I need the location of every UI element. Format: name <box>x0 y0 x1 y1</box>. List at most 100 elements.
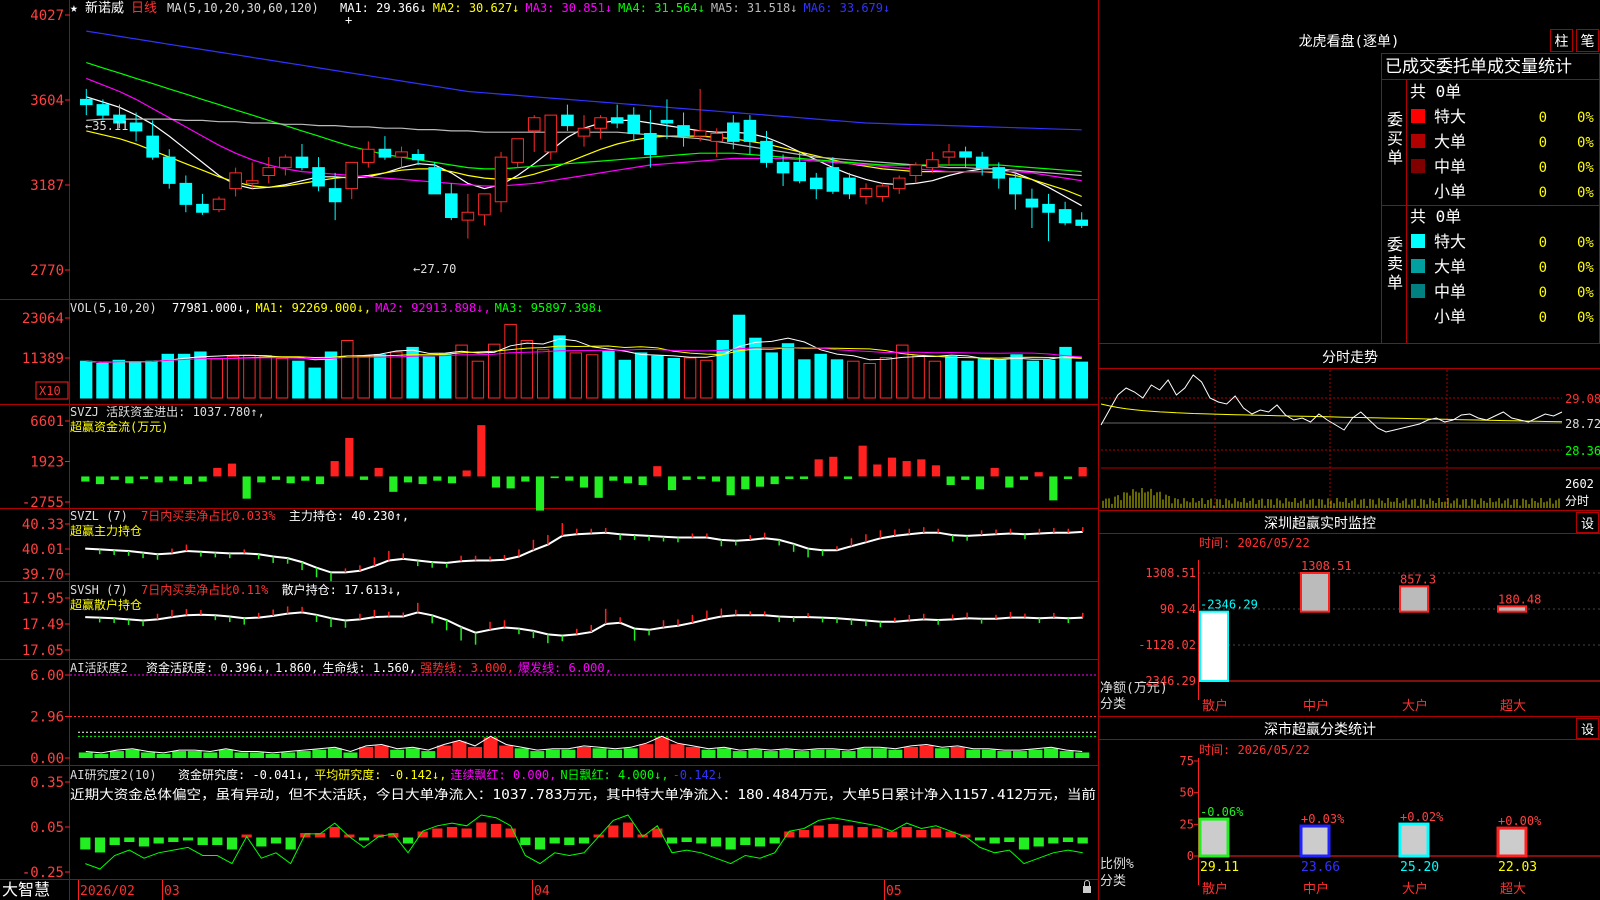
pillar-toggle-label: 柱 <box>1555 34 1569 50</box>
candle-body[interactable] <box>959 151 972 158</box>
candle-body[interactable] <box>710 133 724 142</box>
y-tick-label: 17.49 <box>22 617 64 633</box>
svzj-bar <box>81 476 90 482</box>
period-label[interactable]: 日线 <box>131 1 157 16</box>
candle-body[interactable] <box>660 119 674 124</box>
sz-monitor-value: -2346.29 <box>1200 598 1258 612</box>
sz-monitor-time: 时间: 2026/05/22 <box>1199 536 1310 550</box>
candle-body[interactable] <box>1058 209 1072 224</box>
legend-value-5: MA6: 33.679↓ <box>804 1 891 15</box>
ai-active-bar <box>530 751 545 758</box>
sz-monitor-bar <box>1497 605 1527 613</box>
candle-body[interactable] <box>561 114 574 127</box>
svzj-bar <box>301 476 310 481</box>
candle-body[interactable] <box>511 138 524 163</box>
candle-body[interactable] <box>975 156 989 169</box>
candle-body[interactable] <box>129 122 143 132</box>
sz-monitor-title: 深圳超赢实时监控 <box>1264 515 1376 532</box>
order-color-swatch <box>1411 109 1425 123</box>
candle-body[interactable] <box>942 151 956 158</box>
volume-bar <box>243 354 256 399</box>
candle-body[interactable] <box>328 188 342 203</box>
candle-body[interactable] <box>428 167 441 195</box>
candle-body[interactable] <box>345 161 359 190</box>
svzl-legend: SVZL (7) 7日内买卖净占比0.033% 主力持仓: 40.230↑, <box>70 508 409 523</box>
volume-bar <box>683 357 697 399</box>
volume-bar <box>814 353 827 399</box>
candle-body[interactable] <box>577 127 591 137</box>
candle-body[interactable] <box>146 135 159 158</box>
candle-body[interactable] <box>644 133 657 155</box>
candle-body[interactable] <box>1009 177 1022 195</box>
candle-body[interactable] <box>1042 203 1055 213</box>
candle-body[interactable] <box>279 156 292 169</box>
legend-value-3: MA3: 95897.398↓ <box>495 301 603 315</box>
candle-body[interactable] <box>494 156 508 203</box>
candle-body[interactable] <box>229 172 242 190</box>
candle-body[interactable] <box>992 167 1006 179</box>
volume-bar <box>700 359 713 399</box>
legend-value-2: MA2: 92913.898↓, <box>375 301 491 315</box>
ai-active-bar <box>514 748 529 758</box>
candle-body[interactable] <box>96 104 110 116</box>
y-tick-label: 0.05 <box>30 820 64 836</box>
candle-body[interactable] <box>196 203 209 213</box>
volume-bar <box>847 360 860 399</box>
ai-active-bar <box>966 749 981 758</box>
candle-body[interactable] <box>793 161 806 182</box>
candle-body[interactable] <box>411 154 425 161</box>
ai-research-bar <box>446 827 458 838</box>
candle-body[interactable] <box>594 117 607 129</box>
candle-body[interactable] <box>760 140 773 163</box>
candle-body[interactable] <box>461 211 475 221</box>
candle-body[interactable] <box>876 185 889 197</box>
candle-body[interactable] <box>179 182 193 205</box>
candle-body[interactable] <box>312 167 325 187</box>
legend-value-0: 77981.000↓, <box>172 301 251 315</box>
candle-body[interactable] <box>444 193 458 218</box>
order-row-pct: 0% <box>1577 185 1594 201</box>
candle-body[interactable] <box>262 167 276 176</box>
candle-body[interactable] <box>544 114 558 153</box>
candle-body[interactable] <box>245 180 259 184</box>
candle-body[interactable] <box>362 148 375 163</box>
candle-body[interactable] <box>727 122 740 142</box>
candle-body[interactable] <box>295 156 309 169</box>
candle-body[interactable] <box>478 193 491 216</box>
candle-body[interactable] <box>909 164 923 176</box>
volume-bar <box>259 355 272 399</box>
svzj-bar <box>1063 476 1073 480</box>
candle-body[interactable] <box>1075 219 1089 226</box>
candle-body[interactable] <box>627 114 641 134</box>
candle-body[interactable] <box>843 177 856 195</box>
candle-body[interactable] <box>79 98 93 106</box>
candle-body[interactable] <box>826 167 840 192</box>
candle-body[interactable] <box>693 130 707 137</box>
stock-name[interactable]: 新诺威 <box>85 0 124 16</box>
lock-icon[interactable] <box>1083 886 1091 893</box>
candle-body[interactable] <box>859 188 873 197</box>
svzj-bar <box>491 476 501 488</box>
candle-body[interactable] <box>743 119 757 142</box>
candle-body[interactable] <box>809 177 823 190</box>
candle-body[interactable] <box>892 177 906 190</box>
candle-body[interactable] <box>610 117 624 124</box>
legend-value-0: 资金活跃度: 0.396↓, <box>146 660 271 675</box>
candle-body[interactable] <box>527 117 541 132</box>
ai-active-legend-values: 资金活跃度: 0.396↓, 1.860, 生命线: 1.560, 强势线: 3.00… <box>146 660 612 675</box>
candle-body[interactable] <box>395 151 408 158</box>
candle-body[interactable] <box>926 159 939 169</box>
candle-body[interactable] <box>378 148 392 158</box>
ai-research-bar <box>813 825 824 838</box>
star-icon[interactable]: ★ <box>70 1 78 16</box>
candle-body[interactable] <box>776 161 790 174</box>
ai-research-bar <box>842 825 854 838</box>
ai-research-bar <box>153 837 164 844</box>
order-color-swatch <box>1411 159 1425 173</box>
svsh-legend: SVSH (7) 7日内买卖净占比0.11% 散户持仓: 17.613↓, <box>70 582 402 597</box>
candle-body[interactable] <box>162 156 176 184</box>
candle-body[interactable] <box>212 198 226 211</box>
volume-bar <box>569 352 583 399</box>
candle-body[interactable] <box>1025 198 1039 208</box>
candle-body[interactable] <box>677 125 690 137</box>
